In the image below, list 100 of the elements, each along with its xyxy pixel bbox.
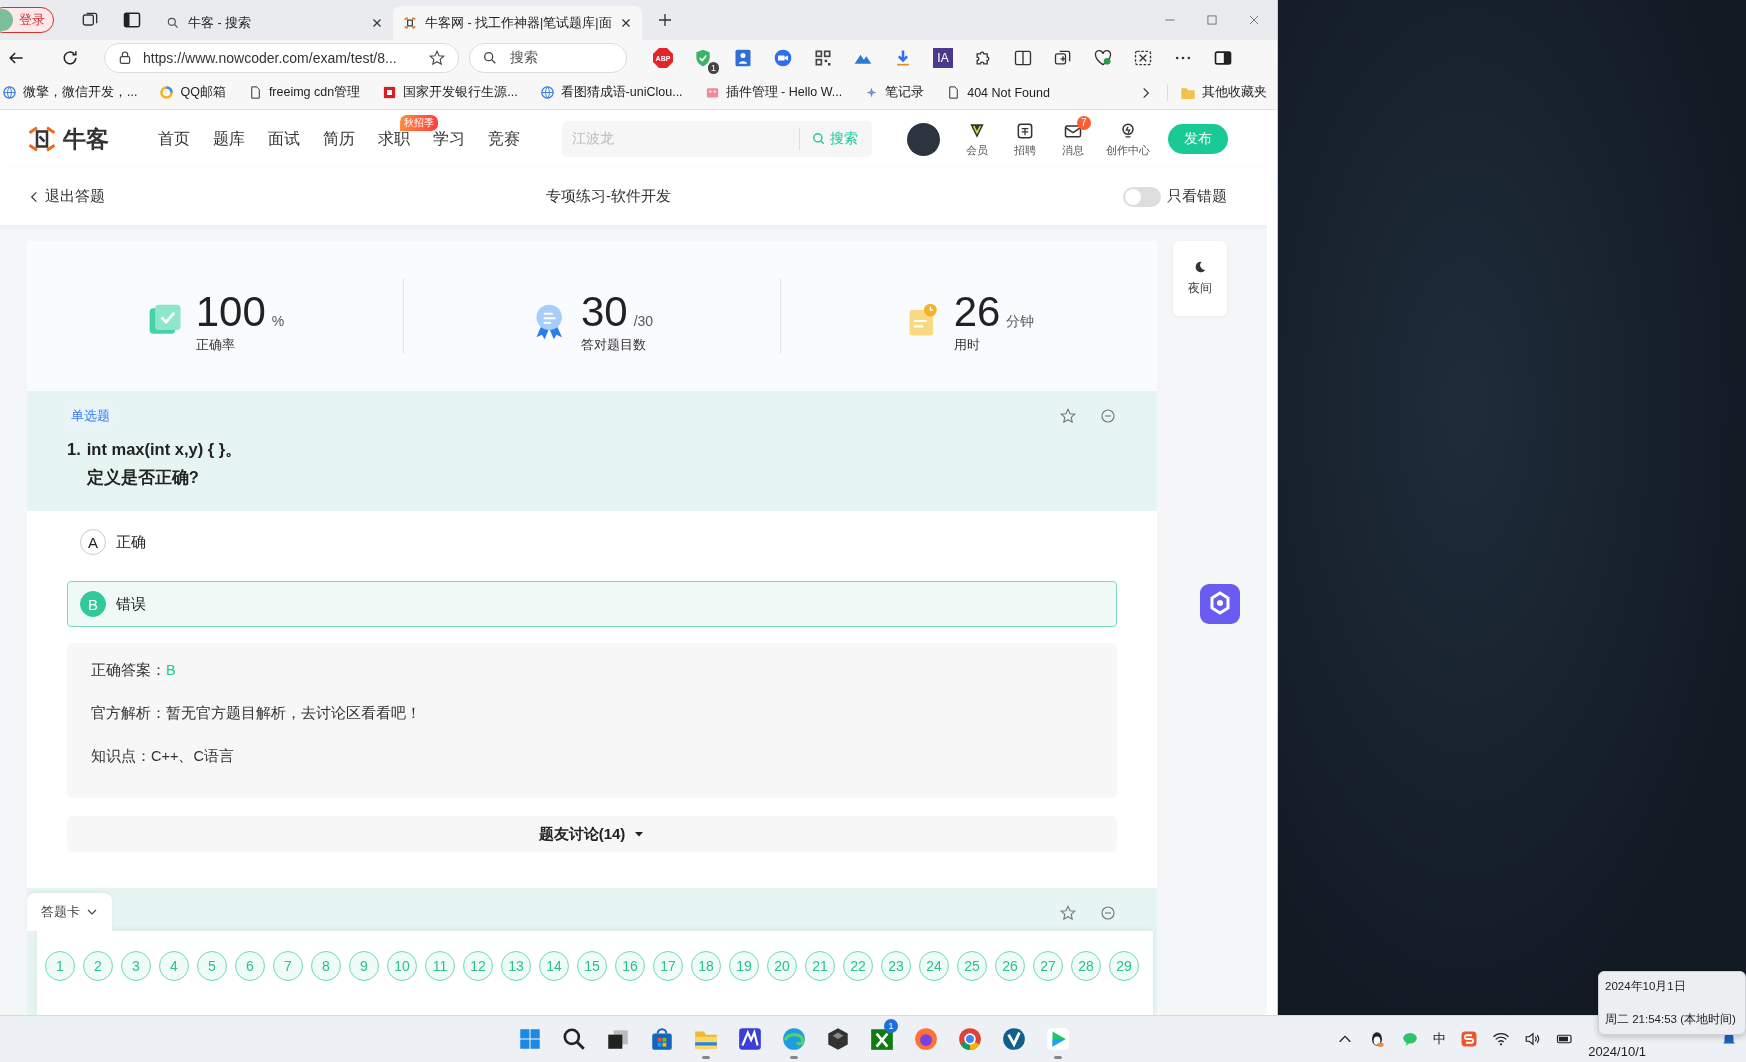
site-logo-icon xyxy=(27,124,57,154)
start-icon xyxy=(517,1026,543,1052)
minus-circle-icon[interactable] xyxy=(1099,904,1117,922)
stat-label: 答对题目数 xyxy=(580,336,647,354)
site-logo-icon xyxy=(403,16,417,30)
tooltip-text: 周二 21:54:53 (本地时间) xyxy=(1605,1013,1736,1025)
tab-actions-icon[interactable] xyxy=(122,10,142,30)
input-method-indicator[interactable]: 中 xyxy=(1433,1030,1447,1048)
wifi-icon[interactable] xyxy=(1492,1030,1511,1048)
shopping-bag-icon xyxy=(649,1026,675,1052)
search-icon xyxy=(812,132,826,146)
screenshot-icon[interactable] xyxy=(1133,48,1153,68)
header-tool-button[interactable]: 创作中心 xyxy=(1106,120,1150,158)
star-icon[interactable] xyxy=(1059,407,1077,425)
nav-link[interactable]: 学习 xyxy=(433,129,465,147)
taskbar-app-button[interactable]: 1 xyxy=(860,1017,904,1061)
tab-title: 牛客 - 搜索 xyxy=(188,14,253,32)
cube-icon xyxy=(825,1026,851,1052)
sidebar-icon[interactable] xyxy=(1213,48,1233,68)
answer-option[interactable]: B 错误 xyxy=(67,581,1117,627)
heart-icon[interactable] xyxy=(1093,48,1113,68)
person-icon[interactable] xyxy=(733,48,753,68)
user-avatar[interactable] xyxy=(907,122,940,156)
stat-value: 100 xyxy=(195,288,266,336)
question-number: 1. xyxy=(67,439,81,460)
bookmark-link[interactable]: 微擎，微信开发，... xyxy=(23,84,138,101)
question-text: int max(int x,y) { }。 xyxy=(86,440,243,458)
stat-value: 26 xyxy=(953,288,1001,336)
answer-card-tab[interactable]: 答题卡 xyxy=(27,893,112,931)
split-screen-icon[interactable] xyxy=(1013,48,1033,68)
answer-option[interactable]: A 正确 xyxy=(67,519,1117,565)
globe-icon xyxy=(2,85,17,100)
bookmark-link[interactable]: 插件管理 - Hello W... xyxy=(725,84,843,101)
toggle-switch[interactable] xyxy=(1123,186,1161,207)
star-icon[interactable] xyxy=(428,49,446,67)
count-badge: 1 xyxy=(884,1019,898,1033)
count-badge: 1 xyxy=(708,62,719,74)
bookmark-link[interactable]: 看图猜成语-uniClou... xyxy=(560,84,683,101)
browser-tab[interactable]: 牛客 - 搜索 xyxy=(156,6,393,40)
answer-value: B xyxy=(166,662,176,678)
plugin-icon xyxy=(704,85,720,100)
play-icon xyxy=(1045,1026,1071,1052)
camera-icon[interactable] xyxy=(773,48,793,68)
option-letter: B xyxy=(80,591,106,617)
count-badge: 7 xyxy=(1077,115,1091,130)
search-icon xyxy=(561,1026,587,1052)
stat-unit: 分钟 xyxy=(1006,313,1035,331)
swirl-icon xyxy=(781,1026,807,1052)
globe-icon xyxy=(913,1026,939,1052)
close-icon[interactable] xyxy=(371,17,383,29)
tooltip-text: 2024年10月1日 xyxy=(1605,980,1686,992)
analysis-text: 官方解析：暂无官方题目解析，去讨论区看看吧！ xyxy=(91,704,422,723)
check-circle-icon xyxy=(1001,1026,1027,1052)
nav-link[interactable]: 求职 xyxy=(378,129,410,147)
nav-link[interactable]: 简历 xyxy=(323,129,355,147)
clock-date[interactable]: 2024/10/1 xyxy=(1588,1044,1646,1059)
search-icon xyxy=(482,50,498,66)
site-logo-text[interactable]: 牛客 xyxy=(63,123,109,155)
option-text: 错误 xyxy=(116,594,146,614)
star-icon[interactable] xyxy=(1059,904,1077,922)
browser-tab[interactable]: 牛客网 - 找工作神器|笔试题库|面 xyxy=(393,6,642,40)
bookmark-link[interactable]: 404 Not Found xyxy=(967,85,1050,100)
nav-link[interactable]: 题库 xyxy=(213,129,245,147)
login-button[interactable]: 登录 xyxy=(0,7,54,33)
lock-icon xyxy=(117,50,133,66)
bookmark-link[interactable]: 笔记录 xyxy=(885,84,925,101)
toggle-label: 只看错题 xyxy=(1167,187,1227,206)
nav-link[interactable]: 竞赛 xyxy=(488,129,520,147)
header-tool-button[interactable]: 招聘 xyxy=(1010,120,1040,158)
knowledge-text: 知识点：C++、C语言 xyxy=(91,747,235,766)
night-mode-button[interactable]: 夜间 xyxy=(1173,241,1227,316)
bookmark-folder[interactable]: 其他收藏夹 xyxy=(1202,84,1267,101)
qr-code-icon[interactable] xyxy=(813,48,833,68)
nav-link[interactable]: 首页 xyxy=(158,129,190,147)
stat-value: 30 xyxy=(580,288,628,336)
discussion-button[interactable]: 题友讨论(14) xyxy=(67,816,1117,852)
minus-circle-icon[interactable] xyxy=(1099,407,1117,425)
stat-unit: % xyxy=(271,313,285,329)
header-tool-button[interactable]: 会员 xyxy=(962,120,992,158)
shield-icon[interactable] xyxy=(693,48,713,68)
exit-button[interactable]: 退出答题 xyxy=(27,187,105,206)
answer-label: 正确答案： xyxy=(91,662,166,678)
stat-unit: /30 xyxy=(633,313,654,329)
tab-title: 牛客网 - 找工作神器|笔试题库|面 xyxy=(425,14,612,32)
s-logo-icon[interactable] xyxy=(1460,1030,1479,1048)
bookmark-link[interactable]: 国家开发银行生源... xyxy=(403,84,518,101)
moon-icon xyxy=(1193,260,1207,274)
search-icon xyxy=(166,16,180,30)
address-bar[interactable]: https://www.nowcoder.com/exam/test/8... xyxy=(104,43,459,73)
bookmark-link[interactable]: freeimg cdn管理 xyxy=(268,84,361,101)
bookmark-link[interactable]: QQ邮箱 xyxy=(180,84,226,101)
nav-link[interactable]: 面试 xyxy=(268,129,300,147)
stat-label: 用时 xyxy=(953,336,981,354)
collections-icon[interactable] xyxy=(1053,48,1073,68)
extension-button[interactable]: IA xyxy=(933,48,953,68)
option-text: 正确 xyxy=(116,532,146,552)
bank-logo-icon xyxy=(382,85,398,100)
search-field[interactable]: 搜索 xyxy=(469,43,627,73)
question-text: 定义是否正确? xyxy=(86,468,199,486)
close-icon[interactable] xyxy=(619,17,632,29)
